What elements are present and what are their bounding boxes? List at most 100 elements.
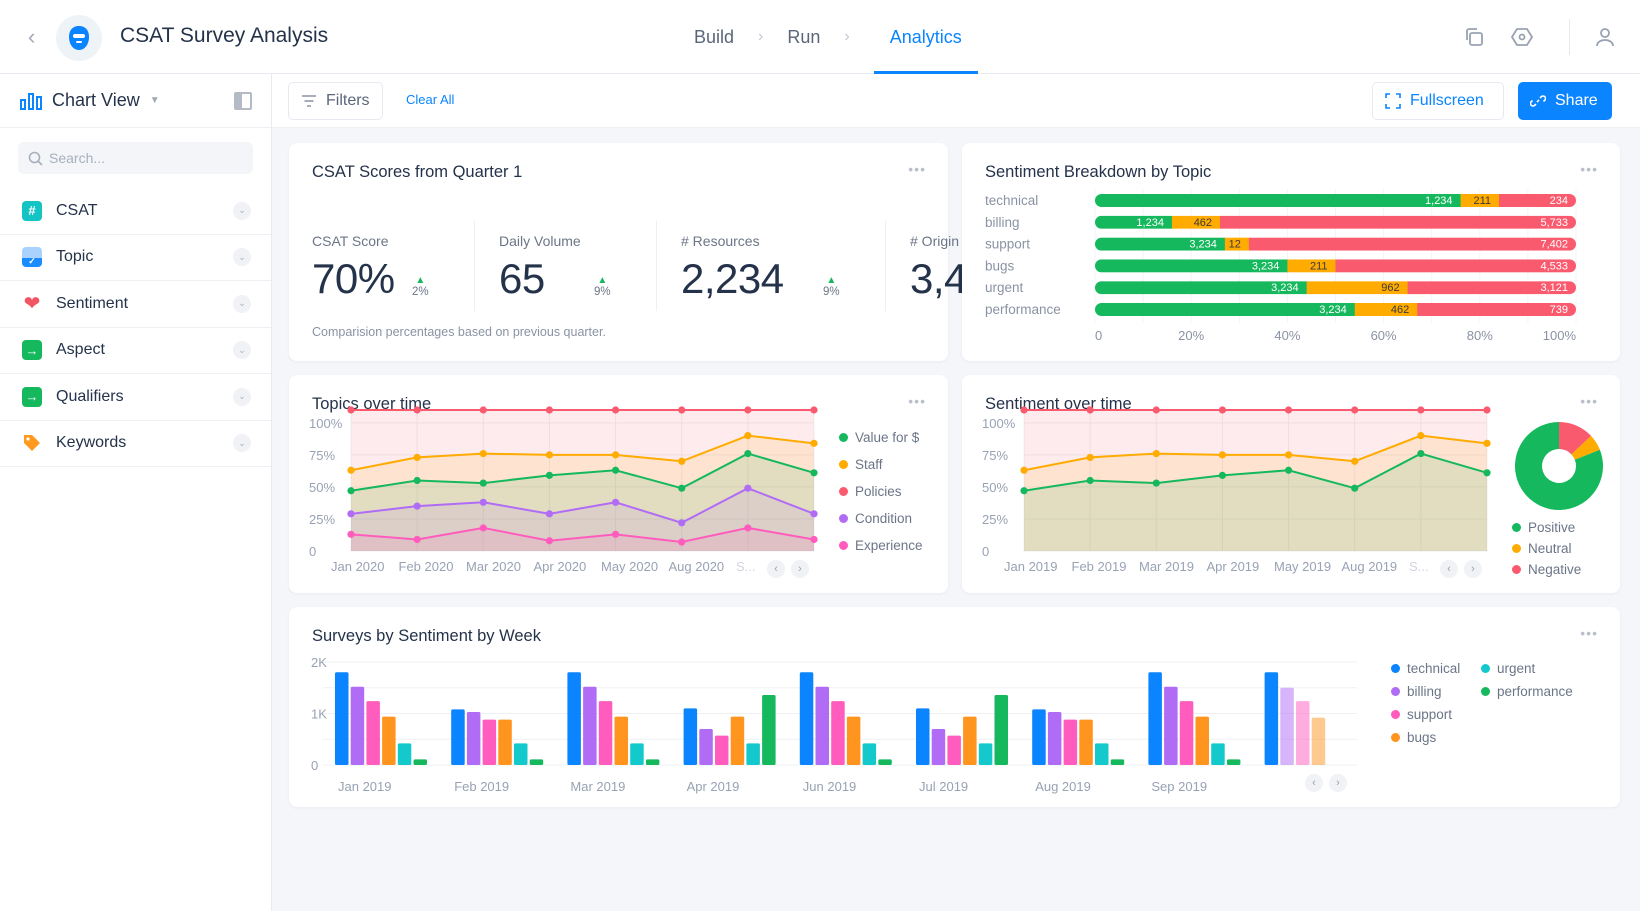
sidebar-item-label: Sentiment xyxy=(56,294,129,312)
share-button[interactable]: Share xyxy=(1518,82,1612,120)
step-run[interactable]: Run xyxy=(787,0,820,74)
legend-dot xyxy=(1391,710,1400,719)
sidebar-item-topic[interactable]: ✓ Topic ⌄ xyxy=(0,235,271,281)
legend-item[interactable]: bugs xyxy=(1391,726,1481,749)
bar-support xyxy=(598,701,613,765)
x-tick-label: Jan 2019 xyxy=(338,779,392,794)
legend-item[interactable]: Condition xyxy=(839,505,923,532)
legend-label: performance xyxy=(1497,684,1573,699)
kpi-divider xyxy=(656,221,657,311)
csat-scores-card: CSAT Scores from Quarter 1 ••• CSAT Scor… xyxy=(289,143,1047,361)
prev-page-icon[interactable]: ‹ xyxy=(1440,560,1458,578)
chart-legend: Positive Neutral Negative xyxy=(1512,517,1581,580)
prev-page-icon[interactable]: ‹ xyxy=(1305,774,1323,792)
legend-item[interactable]: technical xyxy=(1391,657,1481,680)
topics-over-time-card: Topics over time ••• 0 25% 50% 75% 100% Jan 2… xyxy=(289,375,948,593)
legend-item[interactable]: Experience xyxy=(839,532,923,559)
next-page-icon[interactable]: › xyxy=(1464,560,1482,578)
search-box[interactable] xyxy=(18,142,253,174)
chevron-down-icon[interactable]: ⌄ xyxy=(233,248,251,267)
data-point xyxy=(479,406,487,414)
chevron-down-icon[interactable]: ⌄ xyxy=(233,341,251,360)
sidebar-item-label: Aspect xyxy=(56,341,105,359)
legend-item[interactable]: urgent xyxy=(1481,657,1601,680)
prev-page-icon[interactable]: ‹ xyxy=(767,560,785,578)
bar-bugs xyxy=(846,716,861,765)
next-page-icon[interactable]: › xyxy=(1329,774,1347,792)
bar-support xyxy=(366,701,380,765)
legend-item[interactable]: billing xyxy=(1391,680,1481,703)
sidebar-item-aspect[interactable]: → Aspect ⌄ xyxy=(0,328,271,374)
user-profile-icon[interactable] xyxy=(1592,24,1618,50)
bar-billing xyxy=(1280,687,1294,765)
data-label: 3,121 xyxy=(1540,282,1568,294)
clear-all-link[interactable]: Clear All xyxy=(406,92,454,107)
legend-item[interactable]: Policies xyxy=(839,478,923,505)
legend-item[interactable]: Staff xyxy=(839,451,923,478)
bar-billing xyxy=(699,728,713,765)
chevron-right-icon: › xyxy=(758,28,764,45)
bar-technical xyxy=(1148,672,1162,765)
bar-urgent xyxy=(862,743,877,765)
chevron-down-icon[interactable]: ⌄ xyxy=(233,434,251,453)
copy-icon[interactable] xyxy=(1461,24,1487,50)
bar-support xyxy=(715,735,729,765)
x-tick-label: Apr 2020 xyxy=(534,559,587,574)
bar-billing xyxy=(466,711,481,765)
chart-pager: ‹ › xyxy=(1440,560,1488,578)
sidebar-item-csat[interactable]: # CSAT ⌄ xyxy=(0,188,271,235)
sidebar-item-label: CSAT xyxy=(56,201,98,219)
back-chevron-icon[interactable]: ‹ xyxy=(28,24,48,50)
x-tick-label: Apr 2019 xyxy=(1207,559,1260,574)
sidebar-item-sentiment[interactable]: ❤ Sentiment ⌄ xyxy=(0,281,271,328)
chevron-down-icon[interactable]: ⌄ xyxy=(233,294,251,313)
x-tick-label: Jan 2020 xyxy=(331,559,385,574)
y-tick-label: 75% xyxy=(982,448,1008,463)
data-point xyxy=(810,469,818,477)
data-label: 462 xyxy=(1391,304,1409,316)
x-tick-label: Feb 2019 xyxy=(454,779,509,794)
chevron-right-icon: › xyxy=(844,28,850,45)
kpi-delta-value: 9% xyxy=(823,286,840,298)
data-point xyxy=(545,451,554,459)
step-analytics[interactable]: Analytics xyxy=(873,0,978,74)
next-page-icon[interactable]: › xyxy=(791,560,809,578)
chart-view-selector[interactable]: Chart View ▼ xyxy=(0,74,271,128)
legend-label: Positive xyxy=(1528,520,1576,535)
kpi-delta: ▲ 2% xyxy=(412,276,429,299)
data-label: 3,234 xyxy=(1271,282,1299,294)
data-point xyxy=(1218,451,1227,459)
legend-item[interactable]: performance xyxy=(1481,680,1601,703)
data-point xyxy=(810,510,818,518)
legend-label: support xyxy=(1407,707,1453,722)
legend-dot xyxy=(1481,664,1490,673)
surveys-by-week-card: Surveys by Sentiment by Week ••• 0 1K 2K Ja… xyxy=(289,607,1620,807)
step-build[interactable]: Build xyxy=(694,0,734,74)
data-label: 7,402 xyxy=(1540,239,1568,251)
settings-hexagon-icon[interactable] xyxy=(1509,24,1535,50)
legend-item[interactable]: Value for $ xyxy=(839,424,923,451)
filters-button[interactable]: Filters xyxy=(288,82,383,120)
fullscreen-button[interactable]: Fullscreen xyxy=(1372,82,1504,120)
legend-item[interactable]: Negative xyxy=(1512,559,1581,580)
bar-performance xyxy=(878,759,892,765)
category-label: bugs xyxy=(985,258,1015,273)
bar-urgent xyxy=(1211,743,1225,765)
data-point xyxy=(347,530,355,538)
legend-item[interactable]: Positive xyxy=(1512,517,1581,538)
legend-item[interactable]: support xyxy=(1391,703,1481,726)
sidebar-item-keywords[interactable]: Keywords ⌄ xyxy=(0,421,271,467)
tag-icon xyxy=(22,433,42,453)
trend-up-icon: ▲ xyxy=(826,275,837,286)
legend-dot xyxy=(1391,664,1400,673)
legend-label: Value for $ xyxy=(855,430,920,445)
kpi-divider xyxy=(885,221,886,311)
sidebar-item-qualifiers[interactable]: → Qualifiers ⌄ xyxy=(0,374,271,421)
search-input[interactable] xyxy=(49,150,229,166)
more-options-icon[interactable]: ••• xyxy=(908,162,926,176)
chevron-down-icon[interactable]: ⌄ xyxy=(233,387,251,406)
chevron-down-icon[interactable]: ⌄ xyxy=(233,201,251,220)
data-point xyxy=(347,406,355,414)
legend-item[interactable]: Neutral xyxy=(1512,538,1581,559)
sidebar-toggle-icon[interactable] xyxy=(233,91,253,111)
